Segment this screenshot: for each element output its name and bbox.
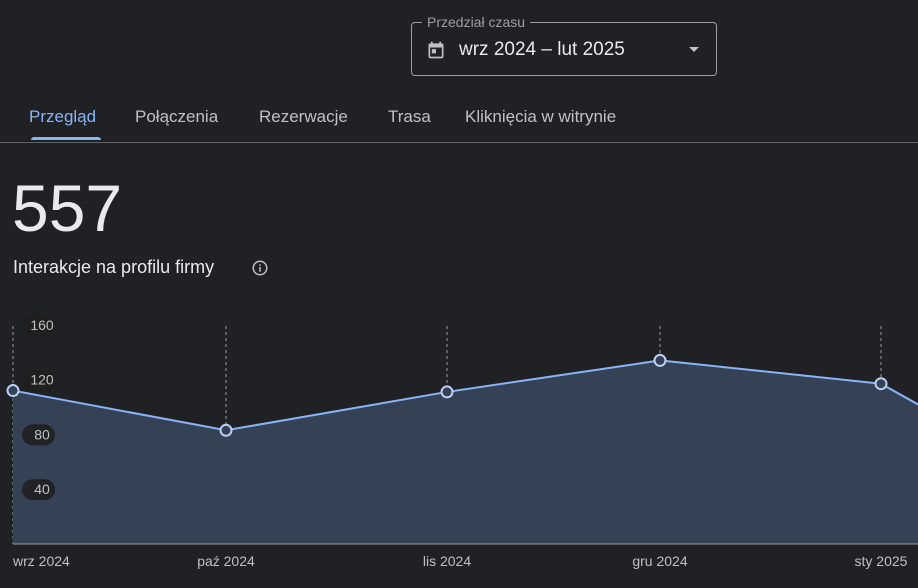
- series-area: [13, 360, 918, 544]
- x-tick-label-3: gru 2024: [632, 553, 687, 569]
- y-tick-label-2: 120: [30, 372, 54, 388]
- x-tick-label-0: wrz 2024: [12, 553, 70, 569]
- data-point-3: [653, 353, 667, 367]
- tab-bar: Przegląd Połączenia Rezerwacje Trasa Kli…: [0, 92, 918, 143]
- tab-trasa[interactable]: Trasa: [388, 107, 431, 127]
- x-tick-label-2: lis 2024: [423, 553, 471, 569]
- tab-przeglad[interactable]: Przegląd: [29, 107, 96, 127]
- active-tab-indicator: [31, 137, 101, 140]
- data-point-1: [219, 423, 233, 437]
- y-tick-label-0: 40: [34, 481, 50, 497]
- info-icon[interactable]: [251, 259, 269, 277]
- date-range-label: Przedział czasu: [422, 14, 531, 30]
- metric-value: 557: [12, 171, 123, 245]
- x-tick-label-1: paź 2024: [197, 553, 255, 569]
- calendar-icon: [428, 41, 444, 59]
- metric-label: Interakcje na profilu firmy: [13, 257, 215, 277]
- insights-panel: Przedział czasu wrz 2024 – lut 2025 Prze…: [0, 0, 918, 588]
- tab-polaczenia[interactable]: Połączenia: [135, 107, 218, 127]
- y-tick-label-3: 160: [30, 317, 54, 333]
- tab-rezerwacje[interactable]: Rezerwacje: [259, 107, 348, 127]
- x-tick-label-4: sty 2025: [855, 553, 908, 569]
- data-point-4: [874, 377, 888, 391]
- date-range-select[interactable]: Przedział czasu wrz 2024 – lut 2025: [411, 14, 717, 76]
- chevron-down-icon: [689, 47, 699, 52]
- data-point-2: [440, 385, 454, 399]
- data-point-0: [6, 384, 20, 398]
- y-tick-label-1: 80: [34, 426, 50, 442]
- date-range-value: wrz 2024 – lut 2025: [459, 39, 625, 60]
- interactions-chart: 40 80 120 160 wrz 2024 paź 2024 lis 2024 gru 2…: [6, 314, 918, 569]
- tab-klikniecia-w-witrynie[interactable]: Kliknięcia w witrynie: [465, 107, 616, 127]
